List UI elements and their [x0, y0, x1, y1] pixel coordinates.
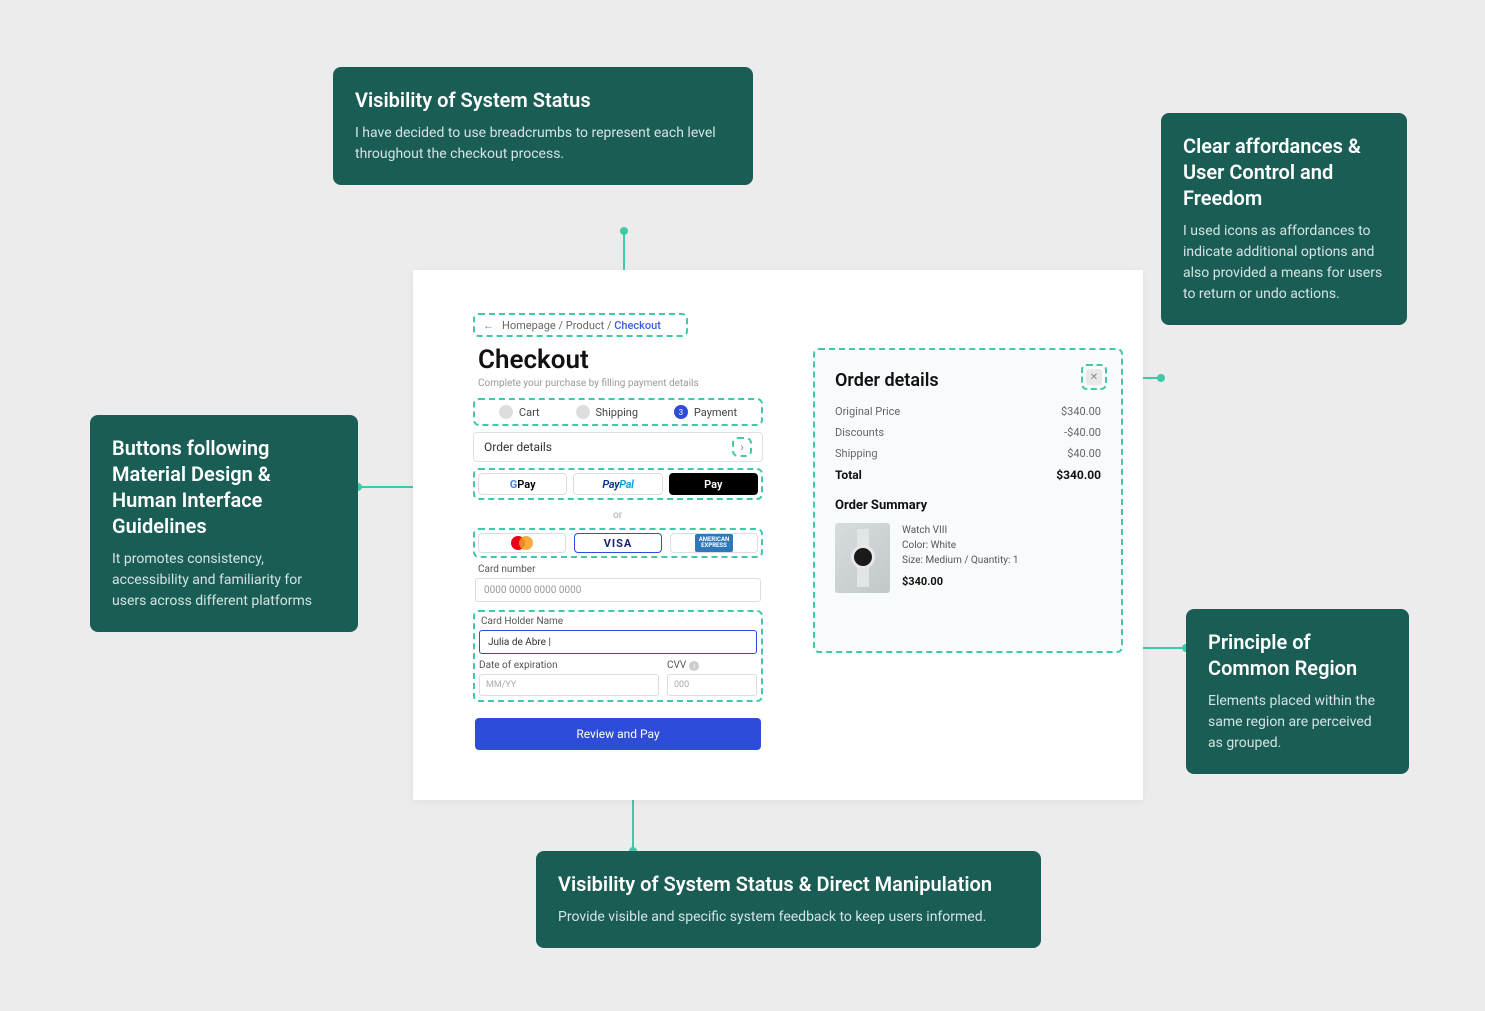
callout-body: I have decided to use breadcrumbs to rep… — [355, 123, 731, 165]
panel-title: Order details — [835, 370, 1101, 391]
callout-body: I used icons as affordances to indicate … — [1183, 221, 1385, 305]
callout-title: Visibility of System Status — [355, 87, 731, 113]
summary-text: Watch VIII Color: White Size: Medium / Q… — [902, 523, 1019, 593]
order-details-panel: Order details ✕ Original Price$340.00 Di… — [813, 348, 1123, 653]
mastercard-option[interactable] — [478, 533, 566, 553]
step-cart[interactable]: Cart — [499, 405, 540, 419]
callout-body: Provide visible and specific system feed… — [558, 907, 1019, 928]
summary-title: Order Summary — [835, 498, 1101, 513]
step-shipping[interactable]: Shipping — [576, 405, 639, 419]
page-subtitle: Complete your purchase by filling paymen… — [478, 378, 699, 389]
callout-top: Visibility of System Status I have decid… — [333, 67, 753, 185]
callout-title: Principle of Common Region — [1208, 629, 1387, 681]
step-circle-icon — [499, 405, 513, 419]
cvv-label: CVVi — [667, 660, 757, 671]
step-label: Cart — [519, 406, 540, 419]
cvv-input[interactable]: 000 — [667, 674, 757, 696]
callout-bottom: Visibility of System Status & Direct Man… — [536, 851, 1041, 948]
google-icon: G — [510, 478, 518, 491]
callout-right-bottom: Principle of Common Region Elements plac… — [1186, 609, 1409, 774]
or-divider: or — [613, 510, 622, 521]
callout-body: It promotes consistency, accessibility a… — [112, 549, 336, 612]
paypal-button[interactable]: PayPal — [573, 473, 662, 495]
callout-title: Visibility of System Status & Direct Man… — [558, 871, 1019, 897]
close-panel-button[interactable]: ✕ — [1081, 364, 1107, 390]
info-icon[interactable]: i — [689, 661, 699, 671]
close-icon: ✕ — [1086, 369, 1102, 385]
page-title: Checkout — [478, 345, 589, 375]
summary-item: Watch VIII Color: White Size: Medium / Q… — [835, 523, 1101, 593]
breadcrumb: ← Homepage / Product / Checkout — [473, 313, 688, 337]
price-row: Discounts-$40.00 — [835, 426, 1101, 439]
step-indicator: Cart Shipping 3 Payment — [473, 398, 763, 426]
apple-pay-button[interactable]: Pay — [669, 473, 758, 495]
card-number-input[interactable]: 0000 0000 0000 0000 — [475, 578, 761, 602]
paypal-icon: PayPal — [602, 478, 633, 491]
breadcrumb-item[interactable]: Homepage — [502, 319, 556, 332]
callout-title: Clear affordances & User Control and Fre… — [1183, 133, 1385, 211]
amex-icon: AMERICANEXPRESS — [695, 534, 733, 552]
holder-input[interactable]: Julia de Abre | — [479, 630, 757, 654]
amex-option[interactable]: AMERICANEXPRESS — [670, 533, 758, 553]
mastercard-icon — [511, 536, 533, 550]
callout-left: Buttons following Material Design & Huma… — [90, 415, 358, 632]
review-and-pay-button[interactable]: Review and Pay — [475, 718, 761, 750]
holder-label: Card Holder Name — [481, 616, 757, 627]
callout-title: Buttons following Material Design & Huma… — [112, 435, 336, 539]
step-label: Payment — [694, 406, 737, 419]
expiry-input[interactable]: MM/YY — [479, 674, 659, 696]
visa-option[interactable]: VISA — [574, 533, 662, 553]
step-circle-icon — [576, 405, 590, 419]
product-image — [835, 523, 890, 593]
checkout-mockup: ← Homepage / Product / Checkout Checkout… — [413, 270, 1143, 800]
chevron-right-icon: › — [732, 437, 752, 457]
price-row: Shipping$40.00 — [835, 447, 1101, 460]
callout-body: Elements placed within the same region a… — [1208, 691, 1387, 754]
order-details-toggle[interactable]: Order details › — [473, 432, 763, 462]
express-pay-buttons: G Pay PayPal Pay — [473, 468, 763, 500]
card-number-label: Card number — [478, 564, 535, 575]
step-circle-icon: 3 — [674, 405, 688, 419]
card-brand-selector: VISA AMERICANEXPRESS — [473, 528, 763, 558]
expiry-label: Date of expiration — [479, 660, 659, 671]
step-payment[interactable]: 3 Payment — [674, 405, 737, 419]
callout-right-top: Clear affordances & User Control and Fre… — [1161, 113, 1407, 325]
google-pay-button[interactable]: G Pay — [478, 473, 567, 495]
breadcrumb-current: Checkout — [614, 319, 661, 332]
breadcrumb-item[interactable]: Product — [566, 319, 604, 332]
back-arrow-icon[interactable]: ← — [483, 319, 494, 332]
price-row: Original Price$340.00 — [835, 405, 1101, 418]
order-details-label: Order details — [484, 440, 552, 454]
holder-and-expiry-group: Card Holder Name Julia de Abre | Date of… — [473, 610, 763, 702]
step-label: Shipping — [596, 406, 639, 419]
price-row-total: Total$340.00 — [835, 468, 1101, 482]
visa-icon: VISA — [604, 537, 633, 550]
